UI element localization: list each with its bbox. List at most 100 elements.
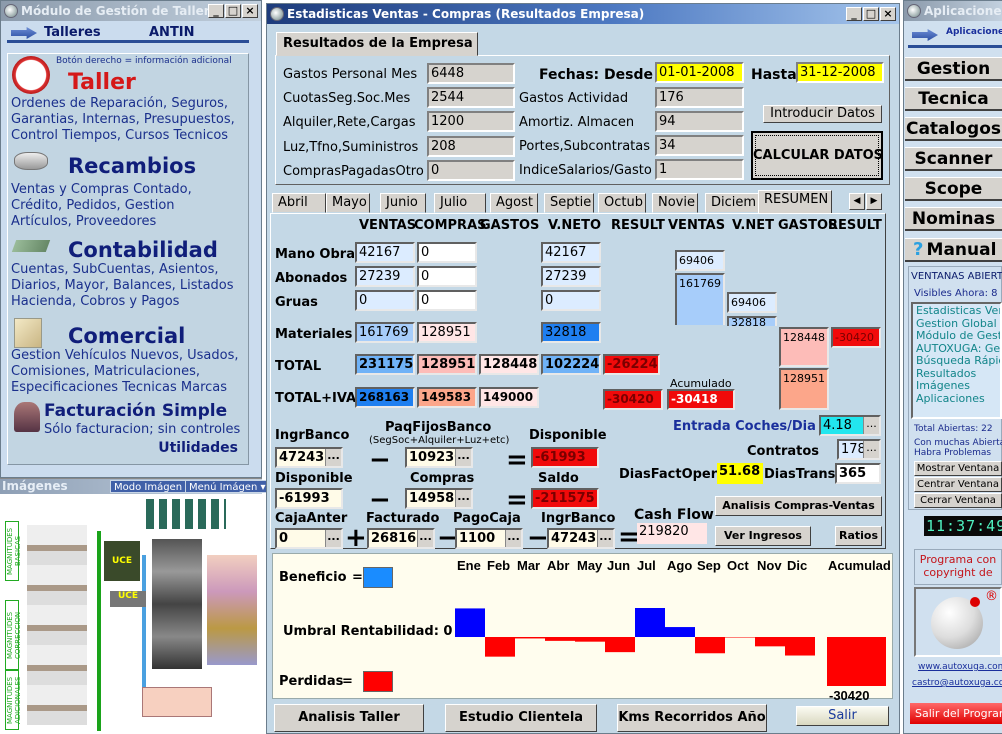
- dias-trans-field[interactable]: 365: [835, 463, 881, 484]
- email-link[interactable]: castro@autoxuga.com: [912, 678, 1002, 688]
- ratios-button[interactable]: Ratios: [835, 526, 882, 546]
- gruas-ventas[interactable]: 0: [355, 290, 415, 311]
- pago-caja-field[interactable]: 1100...: [455, 528, 523, 549]
- module-facturacion-simple[interactable]: Facturación Simple: [44, 401, 227, 421]
- maximize-button[interactable]: □: [863, 7, 879, 21]
- estadisticas-titlebar[interactable]: Estadisticas Ventas - Compras (Resultado…: [267, 4, 899, 24]
- open-window-item[interactable]: Estadisticas Ventas: [916, 304, 1000, 318]
- ellipsis-button[interactable]: ...: [325, 449, 341, 466]
- caja-anter-field[interactable]: 0...: [275, 528, 343, 549]
- manual-button[interactable]: ? Manual: [905, 238, 1002, 262]
- recambios-description[interactable]: Ventas y Compras Contado, Crédito, Pedid…: [11, 182, 192, 230]
- total-iva-gastos[interactable]: 149000: [479, 387, 539, 408]
- tab-agost[interactable]: Agost: [490, 193, 538, 213]
- module-contabilidad[interactable]: Contabilidad: [68, 238, 218, 262]
- close-button[interactable]: ×: [242, 4, 258, 18]
- open-window-item[interactable]: Módulo de Gestión: [916, 329, 1000, 343]
- gruas-vneto[interactable]: 0: [541, 290, 601, 311]
- catalogos-button[interactable]: Catalogos: [905, 117, 1002, 141]
- analisis-taller-button[interactable]: Analisis Taller: [274, 704, 424, 732]
- scanner-button[interactable]: Scanner: [905, 147, 1002, 171]
- tab-abril[interactable]: Abril: [272, 193, 326, 213]
- ellipsis-button[interactable]: ...: [597, 530, 613, 547]
- indice-salarios-field[interactable]: 1: [655, 159, 744, 180]
- close-button[interactable]: ×: [880, 7, 896, 21]
- ellipsis-button[interactable]: ...: [455, 490, 471, 507]
- comercial-description[interactable]: Gestion Vehículos Nuevos, Usados, Comisi…: [11, 348, 238, 396]
- fecha-desde-field[interactable]: 01-01-2008: [655, 62, 744, 83]
- ellipsis-button[interactable]: ...: [455, 449, 471, 466]
- modo-imagen-button[interactable]: Modo Imágen ▾: [110, 480, 195, 493]
- tab-scroll-left-button[interactable]: ◀: [849, 193, 865, 210]
- materiales-compras[interactable]: 128951: [417, 322, 477, 343]
- total-ventas[interactable]: 231175: [355, 354, 415, 375]
- analisis-compras-ventas-button[interactable]: Analisis Compras-Ventas: [715, 496, 882, 516]
- mostrar-ventana-button[interactable]: Mostrar Ventana: [914, 461, 1002, 476]
- talleres-titlebar[interactable]: Módulo de Gestión de Talleres _ □ ×: [1, 1, 261, 21]
- ellipsis-button[interactable]: ...: [325, 530, 341, 547]
- abonados-vneto[interactable]: 27239: [541, 266, 601, 287]
- website-link[interactable]: www.autoxuga.com: [918, 662, 1002, 672]
- amortiz-almacen-field[interactable]: 94: [655, 111, 744, 132]
- ellipsis-button[interactable]: ...: [863, 441, 879, 458]
- ellipsis-button[interactable]: ...: [417, 530, 433, 547]
- module-recambios[interactable]: Recambios: [68, 154, 196, 178]
- mano-obra-ventas[interactable]: 42167: [355, 242, 415, 263]
- open-window-item[interactable]: Búsqueda Rápida: [916, 354, 1000, 368]
- nominas-button[interactable]: Nominas: [905, 207, 1002, 231]
- abonados-compras[interactable]: 0: [417, 266, 477, 287]
- mano-obra-compras[interactable]: 0: [417, 242, 477, 263]
- gastos-personal-field[interactable]: 6448: [427, 63, 515, 84]
- minimize-button[interactable]: _: [846, 7, 862, 21]
- estudio-clientela-button[interactable]: Estudio Clientela: [445, 704, 597, 732]
- facturacion-description[interactable]: Sólo facturacion; sin controles: [44, 422, 240, 438]
- ingr-banco2-field[interactable]: 47243...: [547, 528, 615, 549]
- tab-scroll-right-button[interactable]: ▶: [866, 193, 882, 210]
- total-vneto[interactable]: 102224: [541, 354, 601, 375]
- tab-julio[interactable]: Julio: [434, 193, 486, 213]
- entrada-coches-field[interactable]: 4.18...: [819, 415, 881, 436]
- cuotas-seg-soc-field[interactable]: 2544: [427, 87, 515, 108]
- contabilidad-description[interactable]: Cuentas, SubCuentas, Asientos, Diarios, …: [11, 262, 234, 310]
- module-comercial[interactable]: Comercial: [68, 324, 185, 348]
- maximize-button[interactable]: □: [225, 4, 241, 18]
- gastos-actividad-field[interactable]: 176: [655, 87, 744, 108]
- contratos-field[interactable]: 178...: [837, 439, 881, 460]
- gruas-compras[interactable]: 0: [417, 290, 477, 311]
- introducir-datos-button[interactable]: Introducir Datos: [763, 105, 882, 123]
- tab-mayo[interactable]: Mayo: [326, 193, 370, 213]
- calcular-datos-button[interactable]: CALCULAR DATOS: [751, 131, 883, 180]
- fecha-hasta-field[interactable]: 31-12-2008: [796, 62, 884, 83]
- module-taller[interactable]: Taller: [68, 70, 136, 95]
- total-iva-ventas[interactable]: 268163: [355, 387, 415, 408]
- facturado-field[interactable]: 268163...: [367, 528, 435, 549]
- disponible2-field[interactable]: -61993: [275, 488, 343, 509]
- minimize-button[interactable]: _: [208, 4, 224, 18]
- total-iva-result[interactable]: -30420: [603, 389, 663, 410]
- alquiler-field[interactable]: 1200: [427, 111, 515, 132]
- tab-resultados-empresa[interactable]: Resultados de la Empresa: [276, 32, 478, 56]
- ingr-banco-field[interactable]: 47243...: [275, 447, 343, 468]
- paq-fijos-field[interactable]: 109230...: [405, 447, 473, 468]
- tab-novie[interactable]: Novie: [652, 193, 698, 213]
- tab-resumen[interactable]: RESUMEN: [758, 190, 832, 214]
- tab-octub[interactable]: Octub: [598, 193, 646, 213]
- aplicaciones-titlebar[interactable]: Aplicaciones: [904, 1, 1002, 21]
- abonados-ventas[interactable]: 27239: [355, 266, 415, 287]
- menu-imagen-button[interactable]: Menú Imágen ▾: [185, 480, 270, 493]
- total-compras[interactable]: 128951: [417, 354, 477, 375]
- materiales-vneto[interactable]: 32818: [541, 322, 601, 343]
- acumulado-value[interactable]: -30418: [667, 389, 735, 410]
- compras-field[interactable]: 149583...: [405, 488, 473, 509]
- tab-diciem[interactable]: Diciem: [705, 193, 759, 213]
- total-result[interactable]: -26224: [603, 354, 660, 375]
- cerrar-ventana-button[interactable]: Cerrar Ventana: [914, 493, 1002, 508]
- salir-button[interactable]: Salir: [796, 706, 889, 726]
- tab-junio[interactable]: Junio: [380, 193, 426, 213]
- open-windows-list[interactable]: Estadisticas Ventas Gestion Global de Mó…: [911, 302, 1002, 419]
- gestion-button[interactable]: Gestion: [905, 57, 1002, 81]
- kms-recorridos-button[interactable]: Kms Recorridos Año: [617, 704, 767, 732]
- total-iva-compras[interactable]: 149583: [417, 387, 477, 408]
- compras-pagadas-field[interactable]: 0: [427, 160, 515, 181]
- mano-obra-vneto[interactable]: 42167: [541, 242, 601, 263]
